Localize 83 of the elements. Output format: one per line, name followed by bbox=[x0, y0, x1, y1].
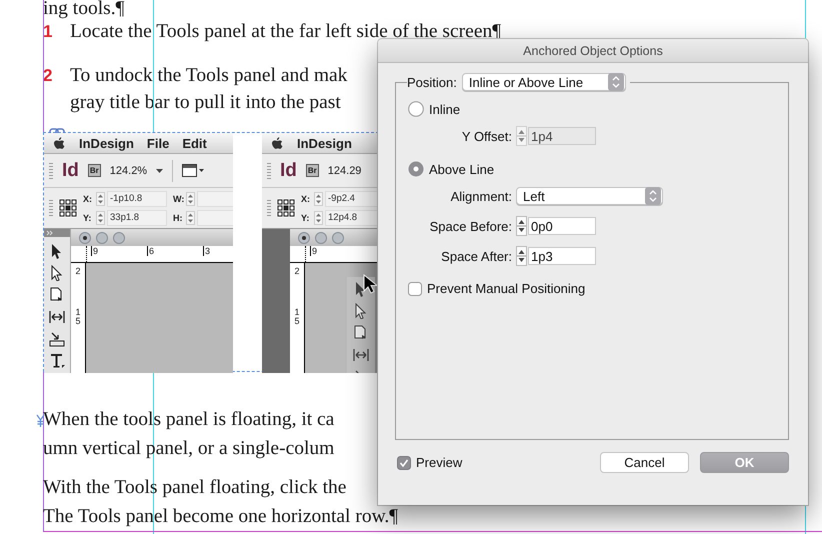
close-button-icon[interactable] bbox=[79, 232, 91, 244]
field-label: H: bbox=[173, 212, 184, 222]
gap-tool-icon[interactable] bbox=[353, 347, 369, 363]
stepper-icon[interactable] bbox=[314, 210, 323, 224]
screen-mode-icon[interactable] bbox=[182, 164, 204, 177]
field-label: Position: bbox=[407, 74, 457, 90]
input-field[interactable]: 0p0 bbox=[528, 217, 596, 235]
field-label: X: bbox=[83, 194, 93, 204]
stepper-icon[interactable] bbox=[186, 192, 195, 206]
ruler-number: 2 bbox=[294, 267, 300, 276]
field-label: W: bbox=[173, 194, 184, 204]
grip-icon bbox=[267, 200, 271, 216]
body-text: ing tools.¶ bbox=[43, 0, 126, 18]
select-arrows-icon bbox=[608, 73, 624, 91]
field-label: Space Before: bbox=[428, 218, 513, 234]
reference-point-icon[interactable] bbox=[59, 199, 77, 217]
type-tool-icon[interactable] bbox=[49, 353, 65, 369]
radio-button[interactable] bbox=[408, 161, 424, 177]
link-icon bbox=[49, 127, 65, 136]
input-field[interactable] bbox=[197, 190, 233, 206]
tools-panel[interactable] bbox=[347, 277, 375, 373]
collector-tool-icon[interactable] bbox=[49, 331, 65, 347]
stepper-icon[interactable] bbox=[516, 246, 527, 266]
cursor-icon bbox=[363, 274, 378, 294]
field-label: Alignment: bbox=[450, 188, 513, 204]
field-label: Y Offset: bbox=[460, 128, 513, 144]
close-button-icon[interactable] bbox=[298, 232, 310, 244]
menu-item[interactable]: File bbox=[146, 136, 170, 150]
grip-icon bbox=[49, 162, 53, 178]
stepper-icon[interactable] bbox=[516, 216, 527, 236]
ruler-number: 6 bbox=[147, 246, 199, 256]
field-label: X: bbox=[301, 194, 311, 204]
field-label: Y: bbox=[301, 212, 310, 222]
checkbox-label: Preview bbox=[416, 455, 462, 470]
radio-label: Inline bbox=[429, 102, 460, 116]
stepper-icon[interactable] bbox=[186, 210, 195, 224]
ruler-number: 15 bbox=[294, 308, 300, 326]
ruler-number: 9 bbox=[310, 246, 362, 256]
checkbox[interactable] bbox=[408, 282, 422, 296]
alignment-select[interactable]: Left bbox=[516, 187, 663, 205]
caret-icon[interactable] bbox=[156, 168, 164, 172]
stepper-icon[interactable] bbox=[96, 210, 105, 224]
grip-icon bbox=[267, 162, 271, 178]
select-arrows-icon bbox=[645, 187, 661, 205]
input-field[interactable]: 33p1.8 bbox=[107, 210, 167, 226]
bridge-button[interactable]: Br bbox=[88, 164, 101, 177]
grip-icon bbox=[49, 200, 53, 216]
stepper-icon[interactable] bbox=[96, 192, 105, 206]
menu-item[interactable]: InDesign bbox=[79, 136, 134, 150]
direct-selection-tool-icon[interactable] bbox=[49, 265, 65, 281]
step-text: To undock the Tools panel and mak bbox=[70, 64, 348, 88]
ruler-number: 2 bbox=[76, 267, 80, 276]
gap-tool-icon[interactable] bbox=[49, 309, 65, 325]
checkbox-label: Prevent Manual Positioning bbox=[427, 281, 586, 296]
step-text: Locate the Tools panel at the far left side of the screen¶ bbox=[70, 20, 502, 44]
direct-selection-tool-icon[interactable] bbox=[353, 303, 369, 319]
step-number: 2 bbox=[43, 65, 54, 87]
ruler-number: 9 bbox=[91, 246, 143, 256]
input-field[interactable]: -1p10.8 bbox=[107, 190, 167, 206]
input-field[interactable]: -9p2.4 bbox=[325, 190, 378, 206]
radio-label: Above Line bbox=[429, 162, 494, 176]
collapse-icon[interactable] bbox=[46, 230, 53, 236]
checkbox[interactable] bbox=[397, 456, 411, 470]
zoom-level[interactable]: 124.29 bbox=[328, 164, 362, 176]
zoom-level[interactable]: 124.2% bbox=[110, 164, 148, 176]
bridge-button[interactable]: Br bbox=[306, 164, 319, 177]
input-field[interactable] bbox=[197, 210, 233, 226]
reference-point-icon[interactable] bbox=[277, 199, 295, 217]
input-field[interactable]: 12p4.8 bbox=[325, 210, 378, 226]
menu-item[interactable]: InDesign bbox=[297, 136, 352, 150]
menu-item[interactable]: Edit bbox=[182, 136, 207, 150]
app-logo: Id bbox=[280, 160, 297, 182]
app-logo: Id bbox=[62, 160, 79, 182]
step-number: 1 bbox=[43, 21, 54, 43]
ruler-number: 15 bbox=[76, 308, 80, 326]
cancel-button[interactable]: Cancel bbox=[600, 452, 689, 473]
stepper-icon[interactable] bbox=[314, 192, 323, 206]
field-label: Y: bbox=[83, 212, 92, 222]
radio-button[interactable] bbox=[408, 101, 424, 117]
input-field[interactable]: 1p3 bbox=[528, 247, 596, 265]
field-label: Space After: bbox=[440, 248, 513, 264]
position-select[interactable]: Inline or Above Line bbox=[462, 73, 626, 91]
dialog-title: Anchored Object Options bbox=[523, 44, 663, 58]
